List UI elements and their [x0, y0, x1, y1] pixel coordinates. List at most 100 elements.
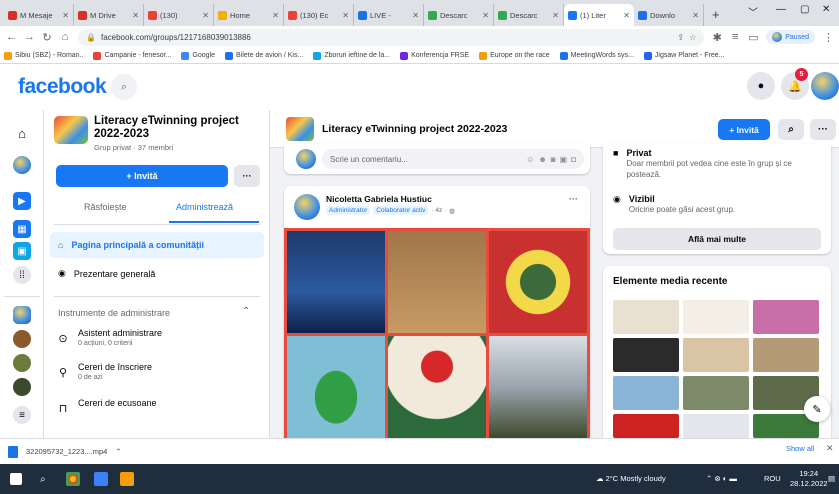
media-thumb[interactable] [753, 300, 819, 334]
media-thumb[interactable] [683, 376, 749, 410]
playlist-icon[interactable]: ≡ [730, 31, 740, 43]
bookmark-item[interactable]: Bilete de avion / Kis... [224, 51, 303, 60]
close-tab-icon[interactable]: ✕ [482, 11, 489, 20]
post-photo-grid[interactable] [284, 228, 590, 438]
tray-icons[interactable]: ⌃ ⊗ ◐ ▬ [706, 474, 737, 483]
groups-icon[interactable]: ▣ [13, 242, 31, 260]
marketplace-icon[interactable]: ▦ [13, 220, 31, 238]
media-thumb[interactable] [613, 300, 679, 334]
post-options-button[interactable]: ··· [569, 194, 578, 204]
minimize-button[interactable]: — [776, 4, 786, 15]
invite-button[interactable]: + Invită [718, 119, 770, 140]
group-title[interactable]: Literacy eTwinning project 2022-2023 [94, 115, 264, 141]
admin-tools-header[interactable]: Instrumente de administrare [58, 308, 170, 318]
home-icon[interactable]: ⌂ [60, 31, 70, 43]
close-tab-icon[interactable]: ✕ [552, 11, 559, 20]
close-tab-icon[interactable]: ✕ [62, 11, 69, 20]
back-icon[interactable]: ← [6, 31, 17, 43]
facebook-logo[interactable]: facebook [18, 75, 107, 99]
media-thumb[interactable] [683, 414, 749, 438]
media-thumb[interactable] [683, 300, 749, 334]
forward-icon[interactable]: → [24, 31, 35, 43]
bookmark-item[interactable]: Jigsaw Planet - Free... [643, 51, 725, 60]
admin-item-badges[interactable]: ⊓ Cereri de ecusoane [56, 398, 157, 416]
close-tab-icon[interactable]: ✕ [692, 11, 699, 20]
invite-button[interactable]: + Invită [56, 165, 228, 187]
media-thumb[interactable] [683, 338, 749, 372]
media-thumb[interactable] [613, 338, 679, 372]
language-indicator[interactable]: ROU [764, 474, 781, 483]
comment-input[interactable]: Scrie un comentariu... ☺ ☻ ◙ ▣ ◘ [322, 149, 584, 169]
download-filename[interactable]: 322095732_1223....mp4 [26, 447, 107, 456]
media-thumb[interactable] [613, 414, 679, 438]
bookmark-item[interactable]: Campanie - fenesor... [93, 51, 171, 60]
camera-icon[interactable]: ◙ [551, 155, 556, 164]
avatar-sticker-icon[interactable]: ☺ [526, 155, 534, 164]
group-thumbnail[interactable] [286, 117, 314, 141]
browser-tab[interactable]: Downlo ✕ [634, 4, 704, 26]
browser-tab[interactable]: M Mesaje ✕ [4, 4, 74, 26]
learn-more-button[interactable]: Află mai multe [613, 228, 821, 250]
close-icon[interactable]: ✕ [826, 443, 834, 454]
browser-tab[interactable]: LIVE - ✕ [354, 4, 424, 26]
close-tab-icon[interactable]: ✕ [342, 11, 349, 20]
photo-snowflakes[interactable] [287, 231, 385, 333]
browser-tab[interactable]: Home ✕ [214, 4, 284, 26]
bookmark-item[interactable]: Zboruri ieftine de la... [313, 51, 390, 60]
extensions-icon[interactable]: ✱ [712, 31, 722, 44]
chevron-up-icon[interactable]: ⌃ [242, 306, 250, 317]
new-message-button[interactable]: ✎ [804, 396, 830, 422]
home-icon[interactable]: ⌂ [13, 124, 31, 142]
photo-frame-portrait[interactable] [489, 231, 587, 333]
close-tab-icon[interactable]: ✕ [132, 11, 139, 20]
search-icon[interactable]: ⌕ [111, 74, 137, 100]
more-options-button[interactable]: ··· [234, 165, 260, 187]
messenger-icon[interactable]: ● [747, 72, 775, 100]
url-field[interactable]: 🔒 facebook.com/groups/1217168039013886 ⇪… [78, 28, 705, 46]
photo-tree[interactable] [287, 336, 385, 438]
chevron-up-icon[interactable]: ⌃ [115, 447, 121, 456]
media-thumb[interactable] [753, 338, 819, 372]
sticker-icon[interactable]: ◘ [571, 155, 576, 164]
windows-start-icon[interactable] [10, 473, 22, 485]
bookmark-item[interactable]: Sibiu (SBZ) - Roman.. [4, 51, 83, 60]
menu-kebab-icon[interactable]: ⋮ [823, 31, 834, 44]
admin-item-requests[interactable]: ⚲ Cereri de înscriere 0 de azi [56, 362, 152, 383]
close-tab-icon[interactable]: ✕ [272, 11, 279, 20]
emoji-icon[interactable]: ☻ [538, 155, 546, 164]
file-explorer-icon[interactable] [120, 472, 134, 486]
nav-overview[interactable]: ◉ Prezentare generală [58, 268, 155, 279]
bookmark-item[interactable]: Konferencja FRSE [400, 51, 469, 60]
account-avatar[interactable] [811, 72, 839, 100]
profile-button[interactable]: Paused [766, 30, 815, 44]
media-thumb[interactable] [613, 376, 679, 410]
reload-icon[interactable]: ↻ [42, 31, 52, 44]
watch-icon[interactable]: ▶ [13, 192, 31, 210]
sidepanel-icon[interactable]: ▭ [748, 31, 758, 44]
app-icon[interactable] [94, 472, 108, 486]
group-shortcut-2[interactable] [13, 330, 31, 348]
menu-grid-icon[interactable]: ⁞⁞ [13, 266, 31, 284]
group-thumbnail[interactable] [54, 116, 88, 144]
tab-browse[interactable]: Răsfoiește [84, 202, 127, 212]
minimize-icon[interactable]: ﹀ [748, 4, 758, 19]
gif-icon[interactable]: ▣ [560, 155, 568, 164]
bookmark-item[interactable]: Google [181, 51, 215, 60]
close-tab-icon[interactable]: ✕ [623, 11, 630, 20]
browser-tab[interactable]: (1) Liter ✕ [564, 4, 634, 26]
chrome-icon[interactable] [66, 472, 80, 486]
photo-bow[interactable] [388, 336, 486, 438]
maximize-button[interactable]: ▢ [800, 4, 809, 15]
admin-item-assistant[interactable]: ⊙ Asistent administrare 0 acțiuni, 0 crit… [56, 328, 162, 349]
group-shortcut-avatar[interactable] [13, 156, 31, 174]
bookmark-item[interactable]: Europe on the race [479, 51, 550, 60]
browser-tab[interactable]: (130) Ec ✕ [284, 4, 354, 26]
browser-tab[interactable]: Descarc ✕ [424, 4, 494, 26]
close-window-button[interactable]: ✕ [822, 4, 830, 15]
search-icon[interactable]: ⌕ [40, 474, 46, 485]
more-options-button[interactable]: ··· [810, 119, 836, 140]
nav-community-home[interactable]: ⌂ Pagina principală a comunității [50, 232, 264, 258]
tab-manage[interactable]: Administrează [176, 202, 233, 212]
group-shortcut-literacy[interactable] [13, 306, 31, 324]
close-tab-icon[interactable]: ✕ [412, 11, 419, 20]
